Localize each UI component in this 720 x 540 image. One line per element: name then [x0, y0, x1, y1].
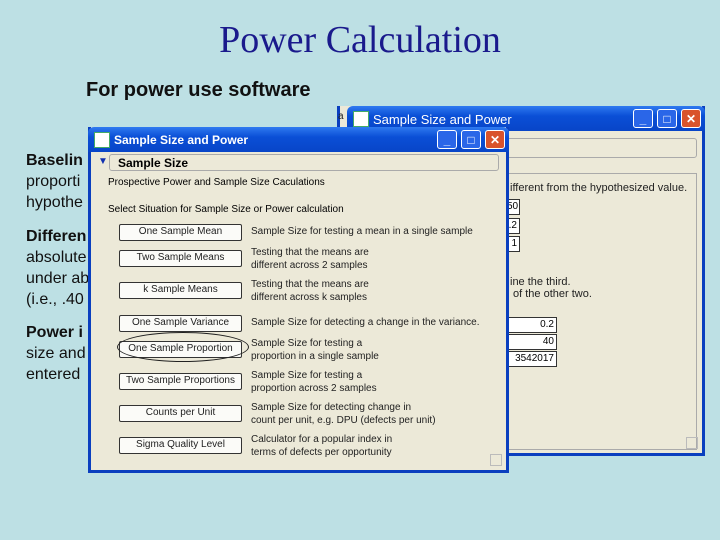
slide-title: Power Calculation — [219, 19, 501, 61]
resize-grip[interactable] — [686, 437, 698, 449]
option-button[interactable]: Counts per Unit — [119, 405, 242, 422]
option-description-line: Sample Size for testing a mean in a sing… — [251, 226, 473, 237]
option-description: Calculator for a popular index in terms o… — [251, 433, 392, 459]
slide-text-power: Power i size and entered — [26, 324, 86, 383]
option-description: Testing that the means are different acro… — [251, 278, 369, 304]
option-description: Sample Size for detecting a change in th… — [251, 316, 479, 329]
option-button[interactable]: Sigma Quality Level — [119, 437, 242, 454]
option-description-line: Testing that the means are — [251, 279, 369, 290]
prompt: Select Situation for Sample Size or Powe… — [108, 204, 344, 215]
heading: Prospective Power and Sample Size Cacula… — [108, 177, 325, 188]
option-description: Sample Size for testing a mean in a sing… — [251, 225, 473, 238]
close-button[interactable]: ✕ — [485, 130, 505, 149]
slide-subtitle: For power use software — [86, 79, 311, 101]
maximize-button[interactable]: □ — [657, 109, 677, 128]
resize-grip[interactable] — [490, 454, 502, 466]
option-button[interactable]: One Sample Variance — [119, 315, 242, 332]
section-header[interactable]: Sample Size — [109, 154, 499, 171]
option-description-line: Sample Size for testing a — [251, 338, 363, 349]
option-description-line: Sample Size for detecting change in — [251, 402, 412, 413]
option-description-line: different across 2 samples — [251, 260, 368, 271]
option-description-line: Testing that the means are — [251, 247, 369, 258]
option-description-line: different across k samples — [251, 292, 367, 303]
option-button[interactable]: Two Sample Proportions — [119, 373, 242, 390]
option-button[interactable]: One Sample Mean — [119, 224, 242, 241]
back-text: ine the third. — [510, 276, 571, 288]
slide-text-difference: Differen absolute under ab (i.e., .40 — [26, 228, 90, 308]
jmp-app-icon — [94, 132, 110, 148]
option-description: Testing that the means are different acro… — [251, 246, 369, 272]
sample-size-field[interactable]: 40 — [506, 334, 557, 350]
jmp-app-icon — [353, 111, 369, 127]
option-description-line: proportion across 2 samples — [251, 383, 377, 394]
back-panel — [500, 173, 697, 450]
option-description-line: proportion in a single sample — [251, 351, 379, 362]
alpha-field[interactable]: 0.2 — [506, 317, 557, 333]
disclosure-triangle-icon[interactable]: ▼ — [98, 156, 108, 167]
option-description-line: Sample Size for testing a — [251, 370, 363, 381]
maximize-button[interactable]: □ — [461, 130, 481, 149]
option-description-line: Calculator for a popular index in — [251, 434, 393, 445]
option-button[interactable]: k Sample Means — [119, 282, 242, 299]
power-field[interactable]: 3542017 — [506, 351, 557, 367]
back-window-fragment: a — [338, 111, 344, 122]
back-section-header — [500, 138, 697, 158]
close-button[interactable]: ✕ — [681, 109, 701, 128]
option-description-line: Sample Size for detecting a change in th… — [251, 317, 480, 328]
front-window-titlebar[interactable]: Sample Size and Power _ □ ✕ — [88, 127, 509, 152]
front-window-title: Sample Size and Power — [114, 133, 249, 147]
minimize-button[interactable]: _ — [437, 130, 457, 149]
option-description-line: terms of defects per opportunity — [251, 447, 392, 458]
highlight-ellipse — [117, 332, 249, 362]
back-text: of the other two. — [513, 288, 592, 300]
option-description: Sample Size for testing a proportion in a… — [251, 337, 379, 363]
option-description-line: count per unit, e.g. DPU (defects per un… — [251, 415, 436, 426]
back-text: ifferent from the hypothesized value. — [510, 182, 688, 194]
slide-text-baseline: Baselin proporti hypothe — [26, 152, 83, 211]
option-button[interactable]: Two Sample Means — [119, 250, 242, 267]
option-description: Sample Size for testing a proportion acro… — [251, 369, 377, 395]
front-window: Sample Size and Power _ □ ✕ ▼ Sample Siz… — [88, 127, 509, 473]
back-window-title: Sample Size and Power — [373, 112, 512, 127]
minimize-button[interactable]: _ — [633, 109, 653, 128]
option-description: Sample Size for detecting change in count… — [251, 401, 436, 427]
